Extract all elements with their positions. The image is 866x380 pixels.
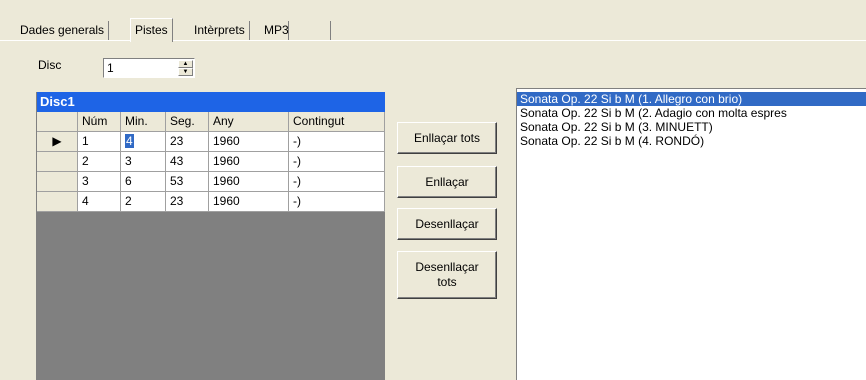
cell-seg[interactable]: 53 (166, 172, 209, 192)
header-contingut[interactable]: Contingut (289, 112, 385, 132)
disc-label: Disc (38, 58, 62, 72)
link-all-button[interactable]: Enllaçar tots (397, 122, 497, 154)
cell-min-value[interactable]: 4 (125, 134, 134, 148)
grid-header: Núm Min. Seg. Any Contingut (37, 112, 385, 132)
header-seg[interactable]: Seg. (166, 112, 209, 132)
table-row[interactable]: 3 6 53 1960 -) (37, 172, 385, 192)
cell-any[interactable]: 1960 (209, 192, 289, 212)
list-item[interactable]: Sonata Op. 22 Si b M (3. MINUETT) (517, 120, 866, 134)
disc-spin-buttons: ▲ ▼ (178, 60, 193, 76)
row-indicator (37, 152, 78, 172)
track-list[interactable]: Sonata Op. 22 Si b M (1. Allegro con bri… (516, 88, 866, 380)
cell-contingut[interactable]: -) (289, 132, 385, 152)
table-row[interactable]: ▶ 1 4 23 1960 -) (37, 132, 385, 152)
table-row[interactable]: 2 3 43 1960 -) (37, 152, 385, 172)
link-button[interactable]: Enllaçar (397, 166, 497, 198)
tab-dades-generals[interactable]: Dades generals (16, 21, 110, 40)
header-indicator (37, 112, 78, 132)
tab-separator (288, 21, 289, 40)
list-item[interactable]: Sonata Op. 22 Si b M (2. Adagio con molt… (517, 106, 866, 120)
cell-num[interactable]: 3 (78, 172, 121, 192)
unlink-all-label-line1: Desenllaçar (415, 260, 479, 274)
list-item[interactable]: Sonata Op. 22 Si b M (4. RONDÓ) (517, 134, 866, 148)
cell-seg[interactable]: 23 (166, 192, 209, 212)
tab-interprets[interactable]: Intèrprets (190, 21, 250, 40)
cell-num[interactable]: 2 (78, 152, 121, 172)
cell-contingut[interactable]: -) (289, 192, 385, 212)
tab-strip: Dades generals Pistes Intèrprets MP3 (0, 0, 866, 44)
cell-num[interactable]: 1 (78, 132, 121, 152)
cell-seg[interactable]: 23 (166, 132, 209, 152)
cell-min[interactable]: 6 (121, 172, 166, 192)
cell-contingut[interactable]: -) (289, 152, 385, 172)
list-item[interactable]: Sonata Op. 22 Si b M (1. Allegro con bri… (517, 92, 866, 106)
spin-up-icon[interactable]: ▲ (178, 60, 193, 68)
unlink-button[interactable]: Desenllaçar (397, 208, 497, 240)
tab-separator (330, 21, 331, 40)
unlink-all-label-line2: tots (437, 275, 457, 289)
spin-down-icon[interactable]: ▼ (178, 68, 193, 76)
grid-caption: Disc1 (37, 92, 385, 112)
row-indicator-icon: ▶ (37, 132, 78, 152)
tab-pistes[interactable]: Pistes (130, 18, 173, 42)
cell-min-selected[interactable]: 4 (121, 132, 166, 152)
cell-any[interactable]: 1960 (209, 172, 289, 192)
unlink-all-button[interactable]: Desenllaçar tots (397, 251, 497, 299)
cell-min[interactable]: 3 (121, 152, 166, 172)
cell-seg[interactable]: 43 (166, 152, 209, 172)
cell-contingut[interactable]: -) (289, 172, 385, 192)
unlink-label: Desenllaçar (415, 216, 479, 231)
header-any[interactable]: Any (209, 112, 289, 132)
link-all-label: Enllaçar tots (413, 130, 481, 145)
link-label: Enllaçar (425, 174, 469, 189)
row-indicator (37, 192, 78, 212)
row-indicator (37, 172, 78, 192)
tracks-grid[interactable]: Disc1 Núm Min. Seg. Any Contingut ▶ 1 4 … (36, 92, 385, 380)
header-min[interactable]: Min. (121, 112, 166, 132)
cell-any[interactable]: 1960 (209, 132, 289, 152)
disc-spin-input[interactable]: 1 ▲ ▼ (103, 58, 195, 78)
cell-num[interactable]: 4 (78, 192, 121, 212)
cell-any[interactable]: 1960 (209, 152, 289, 172)
table-row[interactable]: 4 2 23 1960 -) (37, 192, 385, 212)
header-num[interactable]: Núm (78, 112, 121, 132)
cell-min[interactable]: 2 (121, 192, 166, 212)
disc-spin-value[interactable]: 1 (107, 61, 114, 75)
